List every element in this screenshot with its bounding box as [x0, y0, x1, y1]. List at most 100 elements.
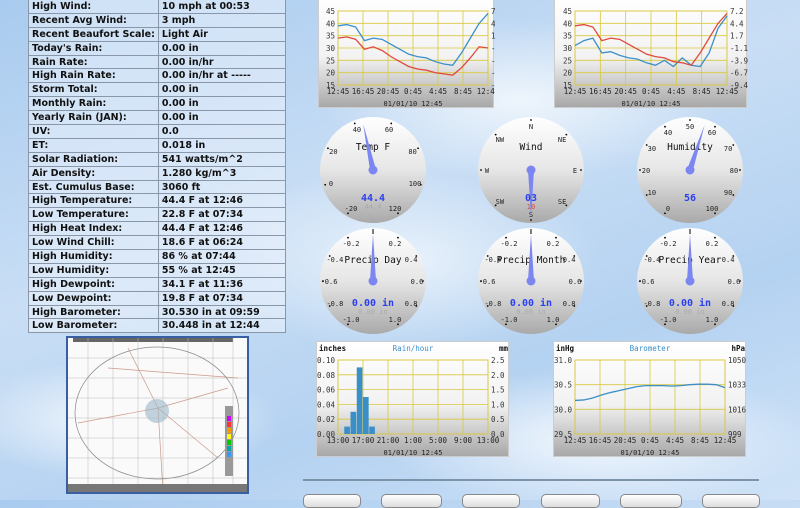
gauge-secondary-value: 10 [527, 203, 535, 211]
y-tick-label: 30.0 [554, 405, 572, 414]
stats-row: Air Density: 1.280 kg/m^3 [28, 165, 287, 181]
chart-temperature-dewpoint: 15202530354045-9.4-6.7-3.9-1.11.74.47.21… [318, 0, 510, 108]
divider [303, 479, 759, 481]
stats-row: Recent Avg Wind: 3 mph [28, 12, 287, 28]
gauge-scale-label: -0.2 [660, 240, 677, 248]
stats-row: High Temperature: 44.4 F at 12:46 [28, 193, 287, 209]
y-tick-label: 35 [563, 32, 572, 41]
stat-value: 0.00 in [157, 82, 287, 98]
gauge-scale-label: 30 [648, 145, 656, 153]
tick [664, 236, 666, 239]
stat-value: 30.530 in at 09:59 [157, 304, 287, 320]
y-tick-label: 0.06 [317, 386, 335, 395]
stat-value: 34.1 F at 11:36 [157, 276, 287, 292]
chart-footer-date: 01/01/10 12:45 [620, 449, 679, 457]
stat-value: 0.0 [157, 124, 287, 139]
stats-row: High Humidity: 86 % at 07:44 [28, 249, 287, 264]
gauge-scale-label: N [529, 123, 533, 131]
radar-map[interactable] [66, 336, 249, 494]
x-tick-label: 4:45 [667, 87, 685, 96]
y2-tick-label: -3.9 [491, 56, 495, 65]
x-tick-label: 8:45 [454, 87, 472, 96]
stat-label: High Dewpoint: [28, 276, 159, 292]
tick [639, 169, 641, 171]
tick [480, 169, 482, 171]
y2-tick-label: 1.0 [491, 400, 505, 409]
gauge-scale-label: NE [558, 136, 566, 144]
stat-value: 0.00 in [157, 40, 287, 56]
stats-row: Est. Cumulus Base: 3060 ft [28, 179, 287, 195]
gauge-scale-label: -1.0 [343, 316, 360, 324]
stat-label: High Humidity: [28, 249, 159, 264]
gauge-scale-label: -0.6 [638, 278, 655, 286]
stat-label: Storm Total: [28, 82, 159, 98]
x-tick-label: 16:45 [589, 87, 612, 96]
gauge-secondary-value: 0.00 in [675, 308, 705, 316]
stats-row: Monthly Rain: 0.00 in [28, 96, 287, 112]
y-tick-label: 0.04 [317, 400, 335, 409]
nav-button-4[interactable] [541, 494, 600, 508]
y2-tick-label: -3.9 [730, 56, 748, 65]
y2-tick-label: 1033 [728, 381, 746, 390]
y2-tick-label: 1050 [728, 356, 747, 365]
stat-label: UV: [28, 124, 159, 139]
gauge-title: Humidity [667, 142, 713, 153]
gauge-scale-label: 0.4 [405, 256, 418, 264]
gauge-scale-label: E [573, 167, 577, 175]
stat-label: High Barometer: [28, 304, 159, 320]
nav-button-5[interactable] [620, 494, 682, 508]
gauge-value: 56 [684, 193, 696, 204]
gauge-scale-label: 80 [730, 167, 738, 175]
rain-bar [363, 397, 369, 434]
x-tick-label: 0:45 [404, 87, 422, 96]
gauge-scale-label: 0.4 [722, 256, 735, 264]
y2-tick-label: 1.7 [730, 32, 744, 41]
y2-tick-label: -1.1 [491, 44, 495, 53]
tick [689, 119, 691, 121]
stat-value: 55 % at 12:45 [157, 262, 287, 278]
stat-label: Low Temperature: [28, 207, 159, 223]
gauge-scale-label: SE [558, 198, 566, 206]
gauge-title: Wind [520, 142, 543, 153]
y2-tick-label: -1.1 [730, 44, 748, 53]
gauge-secondary-value: 0.00 in [516, 308, 546, 316]
nav-button-3[interactable] [462, 494, 520, 508]
y-tick-label: 31.0 [554, 356, 572, 365]
chart-footer-date: 01/01/10 12:45 [383, 100, 442, 108]
stat-label: Air Density: [28, 165, 159, 181]
nav-button-6[interactable] [702, 494, 760, 508]
nav-button-2[interactable] [381, 494, 442, 508]
stats-row: Solar Radiation: 541 watts/m^2 [28, 151, 287, 167]
rain-bar [350, 411, 357, 434]
gauge-secondary-value: 44.4 [365, 203, 382, 211]
gauge-scale-label: 1.0 [706, 316, 719, 324]
stats-row: High Heat Index: 44.4 F at 12:46 [28, 221, 287, 237]
gauge-scale-label: 0.2 [389, 240, 402, 248]
stat-label: Recent Avg Wind: [28, 12, 159, 28]
tick [555, 236, 557, 239]
y2-tick-label: 2.0 [491, 371, 505, 380]
stat-label: High Temperature: [28, 193, 159, 209]
stats-row: Yearly Rain (JAN): 0.00 in [28, 110, 287, 126]
gauge-temp-f: -2002040 6080100120Temp F44.444.4 [320, 117, 426, 223]
stat-label: High Wind: [28, 0, 159, 14]
stat-value: 44.4 F at 12:46 [157, 221, 287, 237]
y2-tick-label: 7.2 [491, 7, 495, 16]
stat-value: 86 % at 07:44 [157, 249, 287, 264]
tick [739, 169, 741, 171]
x-tick-label: 4:45 [666, 436, 684, 445]
stat-label: Today's Rain: [28, 40, 159, 56]
stats-row: High Dewpoint: 34.1 F at 11:36 [28, 276, 287, 292]
nav-button-1[interactable] [303, 494, 361, 508]
stats-row: Low Dewpoint: 19.8 F at 07:34 [28, 290, 287, 306]
tick [530, 219, 532, 221]
gauge-scale-label: 0.6 [569, 278, 582, 286]
stat-value: 19.8 F at 07:34 [157, 290, 287, 306]
stats-row: High Barometer: 30.530 in at 09:59 [28, 304, 287, 320]
gauge-wind: NNEESESSWWNWWind0310 [478, 117, 584, 223]
x-tick-label: 12:45 [716, 87, 739, 96]
gauge-scale-label: 10 [648, 189, 656, 197]
gauge-scale-label: -0.2 [501, 240, 518, 248]
rain-bar [344, 426, 350, 434]
tick [353, 122, 356, 125]
